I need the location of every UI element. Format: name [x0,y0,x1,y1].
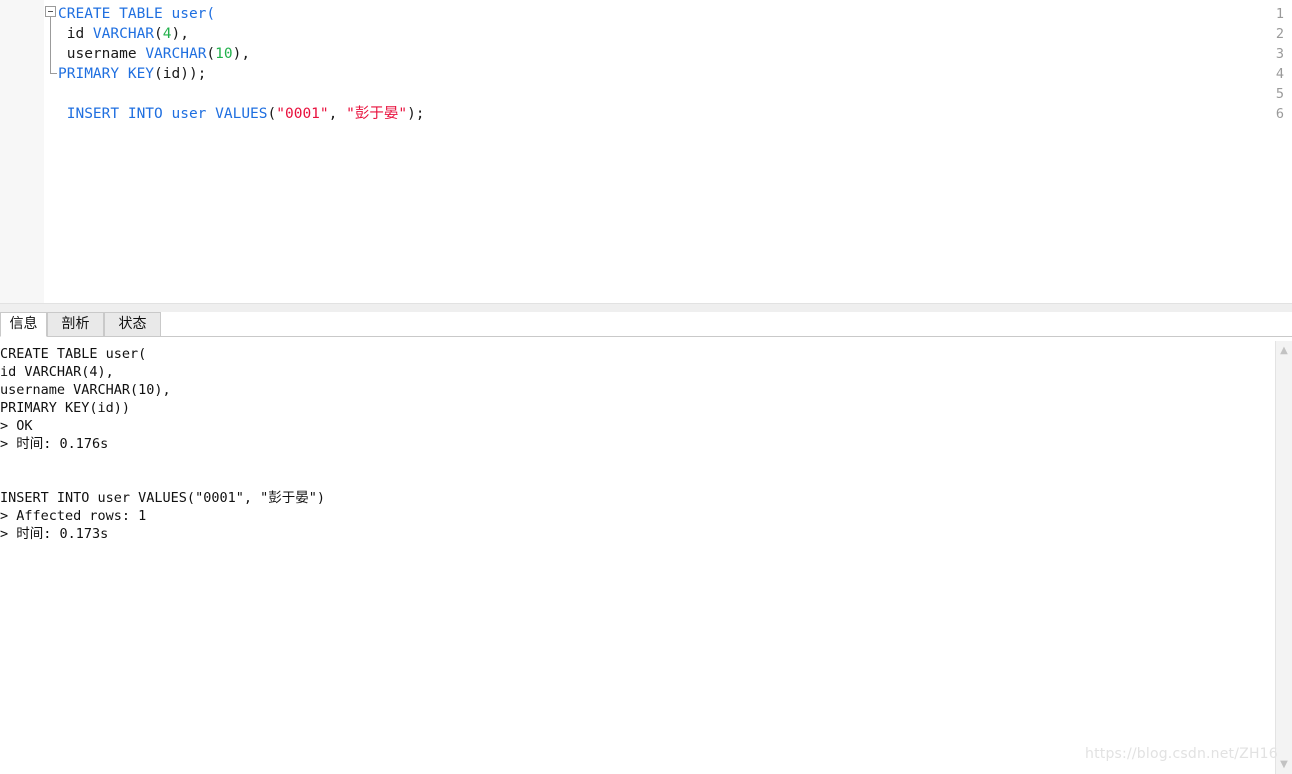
code-token: 4 [162,26,172,42]
result-tab-strip: 信息 剖析 状态 [0,312,1292,337]
code-line: INSERT INTO user VALUES("0001", "彭于晏"); [58,104,425,124]
code-token: ), [232,46,251,62]
output-line: username VARCHAR(10), [0,382,171,398]
output-line: INSERT INTO user VALUES("0001", "彭于晏") [0,490,325,506]
output-line: CREATE TABLE user( [0,346,147,362]
code-token: ), [171,26,189,42]
fold-guide-end [50,73,57,74]
code-token: (id)); [154,66,207,82]
code-line: PRIMARY KEY(id)); [58,64,206,84]
code-token: "0001" [276,106,329,122]
code-token: 10 [215,46,233,62]
code-token: ( [206,46,216,62]
code-token: id [58,26,93,42]
output-line: id VARCHAR(4), [0,364,114,380]
editor-line-number-gutter [0,0,44,303]
scroll-down-icon[interactable]: ▼ [1276,756,1292,773]
pane-splitter[interactable] [0,303,1292,312]
output-line-timing: > 时间: 0.173s [0,526,109,542]
code-token: , [328,106,347,122]
code-token: "彭于晏" [346,106,408,122]
fold-guide-line [50,17,51,73]
output-line: PRIMARY KEY(id)) [0,400,131,416]
output-line-status: > Affected rows: 1 [0,508,147,524]
code-line: CREATE TABLE user( [58,4,215,24]
code-token: ); [407,106,425,122]
code-token: VARCHAR [145,46,207,62]
code-token: VARCHAR [92,26,155,42]
fold-collapse-icon[interactable] [45,6,56,17]
code-token: ( [154,26,163,42]
tab-profile[interactable]: 剖析 [47,312,104,337]
output-vertical-scrollbar[interactable]: ▲ ▼ [1275,341,1292,774]
output-line-status: > OK [0,418,33,434]
code-token: ( [267,106,277,122]
watermark-text: https://blog.csdn.net/ZH16 [1085,746,1278,762]
code-token: username [58,46,146,62]
code-text-area[interactable]: CREATE TABLE user( id VARCHAR(4), userna… [58,0,1268,303]
output-line-timing: > 时间: 0.176s [0,436,109,452]
code-token: INSERT INTO user VALUES [58,106,268,122]
scroll-up-icon[interactable]: ▲ [1276,342,1292,359]
editor-fold-column[interactable] [44,0,58,303]
code-line: username VARCHAR(10), [58,44,250,64]
tab-info[interactable]: 信息 [0,312,47,337]
sql-editor-pane[interactable]: 1 2 3 4 5 6 CREATE TABLE user( id VARCHA… [0,0,1292,303]
result-output-pane[interactable]: CREATE TABLE user( id VARCHAR(4), userna… [0,337,1273,774]
tab-status[interactable]: 状态 [104,312,161,337]
code-token: CREATE TABLE user( [58,6,216,22]
code-token: PRIMARY KEY [58,66,155,82]
code-line: id VARCHAR(4), [58,24,189,44]
